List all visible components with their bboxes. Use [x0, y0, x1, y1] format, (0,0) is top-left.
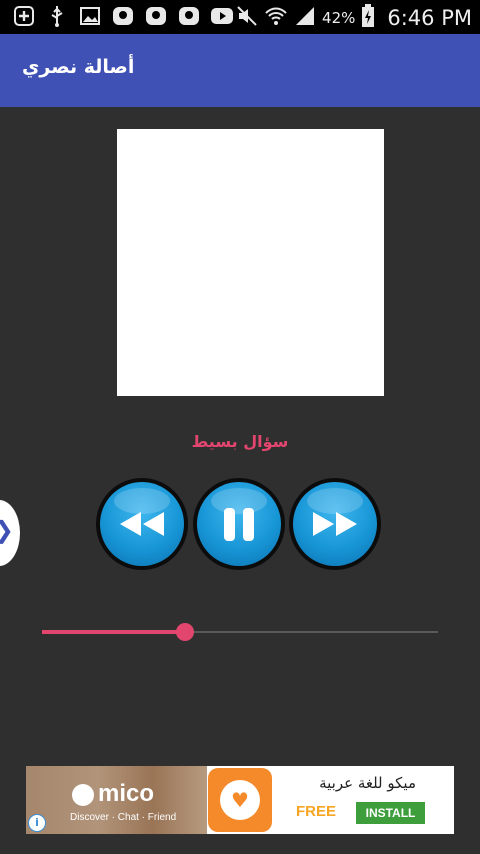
chevron-right-icon: ❯: [0, 516, 14, 544]
battery-charging-icon: [361, 4, 375, 32]
album-art: [117, 129, 384, 396]
status-bar: 42% 6:46 PM: [0, 0, 480, 34]
page-title: أصالة نصري: [22, 56, 135, 78]
ad-app-name: ميكو للغة عربية: [319, 774, 416, 792]
add-icon: [12, 5, 36, 27]
system-icons: 42% 6:46 PM: [236, 4, 472, 32]
heart-icon: ♥: [231, 788, 249, 812]
signal-icon: [294, 5, 316, 31]
fast-forward-icon: [313, 512, 357, 536]
wifi-icon: [264, 5, 288, 31]
usb-icon: [45, 5, 69, 27]
image-icon: [78, 5, 102, 27]
ad-banner[interactable]: mico Discover · Chat · Friend i ♥ ميكو ل…: [26, 766, 454, 834]
ad-brand: mico: [98, 780, 155, 807]
app-icon: [144, 5, 168, 27]
seek-bar[interactable]: [42, 623, 438, 641]
youtube-icon: [210, 5, 234, 27]
ad-free-label: FREE: [296, 803, 337, 820]
app-icon: [177, 5, 201, 27]
seek-thumb[interactable]: [175, 623, 194, 641]
fast-forward-button[interactable]: [289, 478, 381, 570]
ad-app-icon: ♥: [208, 768, 272, 832]
rewind-icon: [120, 512, 164, 536]
app-icon: [111, 5, 135, 27]
rewind-button[interactable]: [96, 478, 188, 570]
ad-tagline: Discover · Chat · Friend: [70, 812, 177, 823]
ad-photo: mico Discover · Chat · Friend i: [26, 766, 207, 834]
clock: 6:46 PM: [387, 6, 472, 30]
pause-icon: [224, 508, 254, 541]
mico-logo-icon: [72, 784, 94, 806]
battery-percent: 42%: [322, 9, 356, 27]
seek-progress: [42, 630, 185, 634]
install-button[interactable]: INSTALL: [356, 802, 425, 824]
pause-button[interactable]: [193, 478, 285, 570]
side-drawer-handle[interactable]: ❯: [0, 500, 20, 566]
mute-icon: [236, 5, 258, 31]
app-bar: أصالة نصري: [0, 34, 480, 107]
notification-icons: [12, 5, 234, 27]
song-title: سؤال بسيط: [191, 432, 289, 451]
ad-info-icon[interactable]: i: [28, 814, 46, 832]
